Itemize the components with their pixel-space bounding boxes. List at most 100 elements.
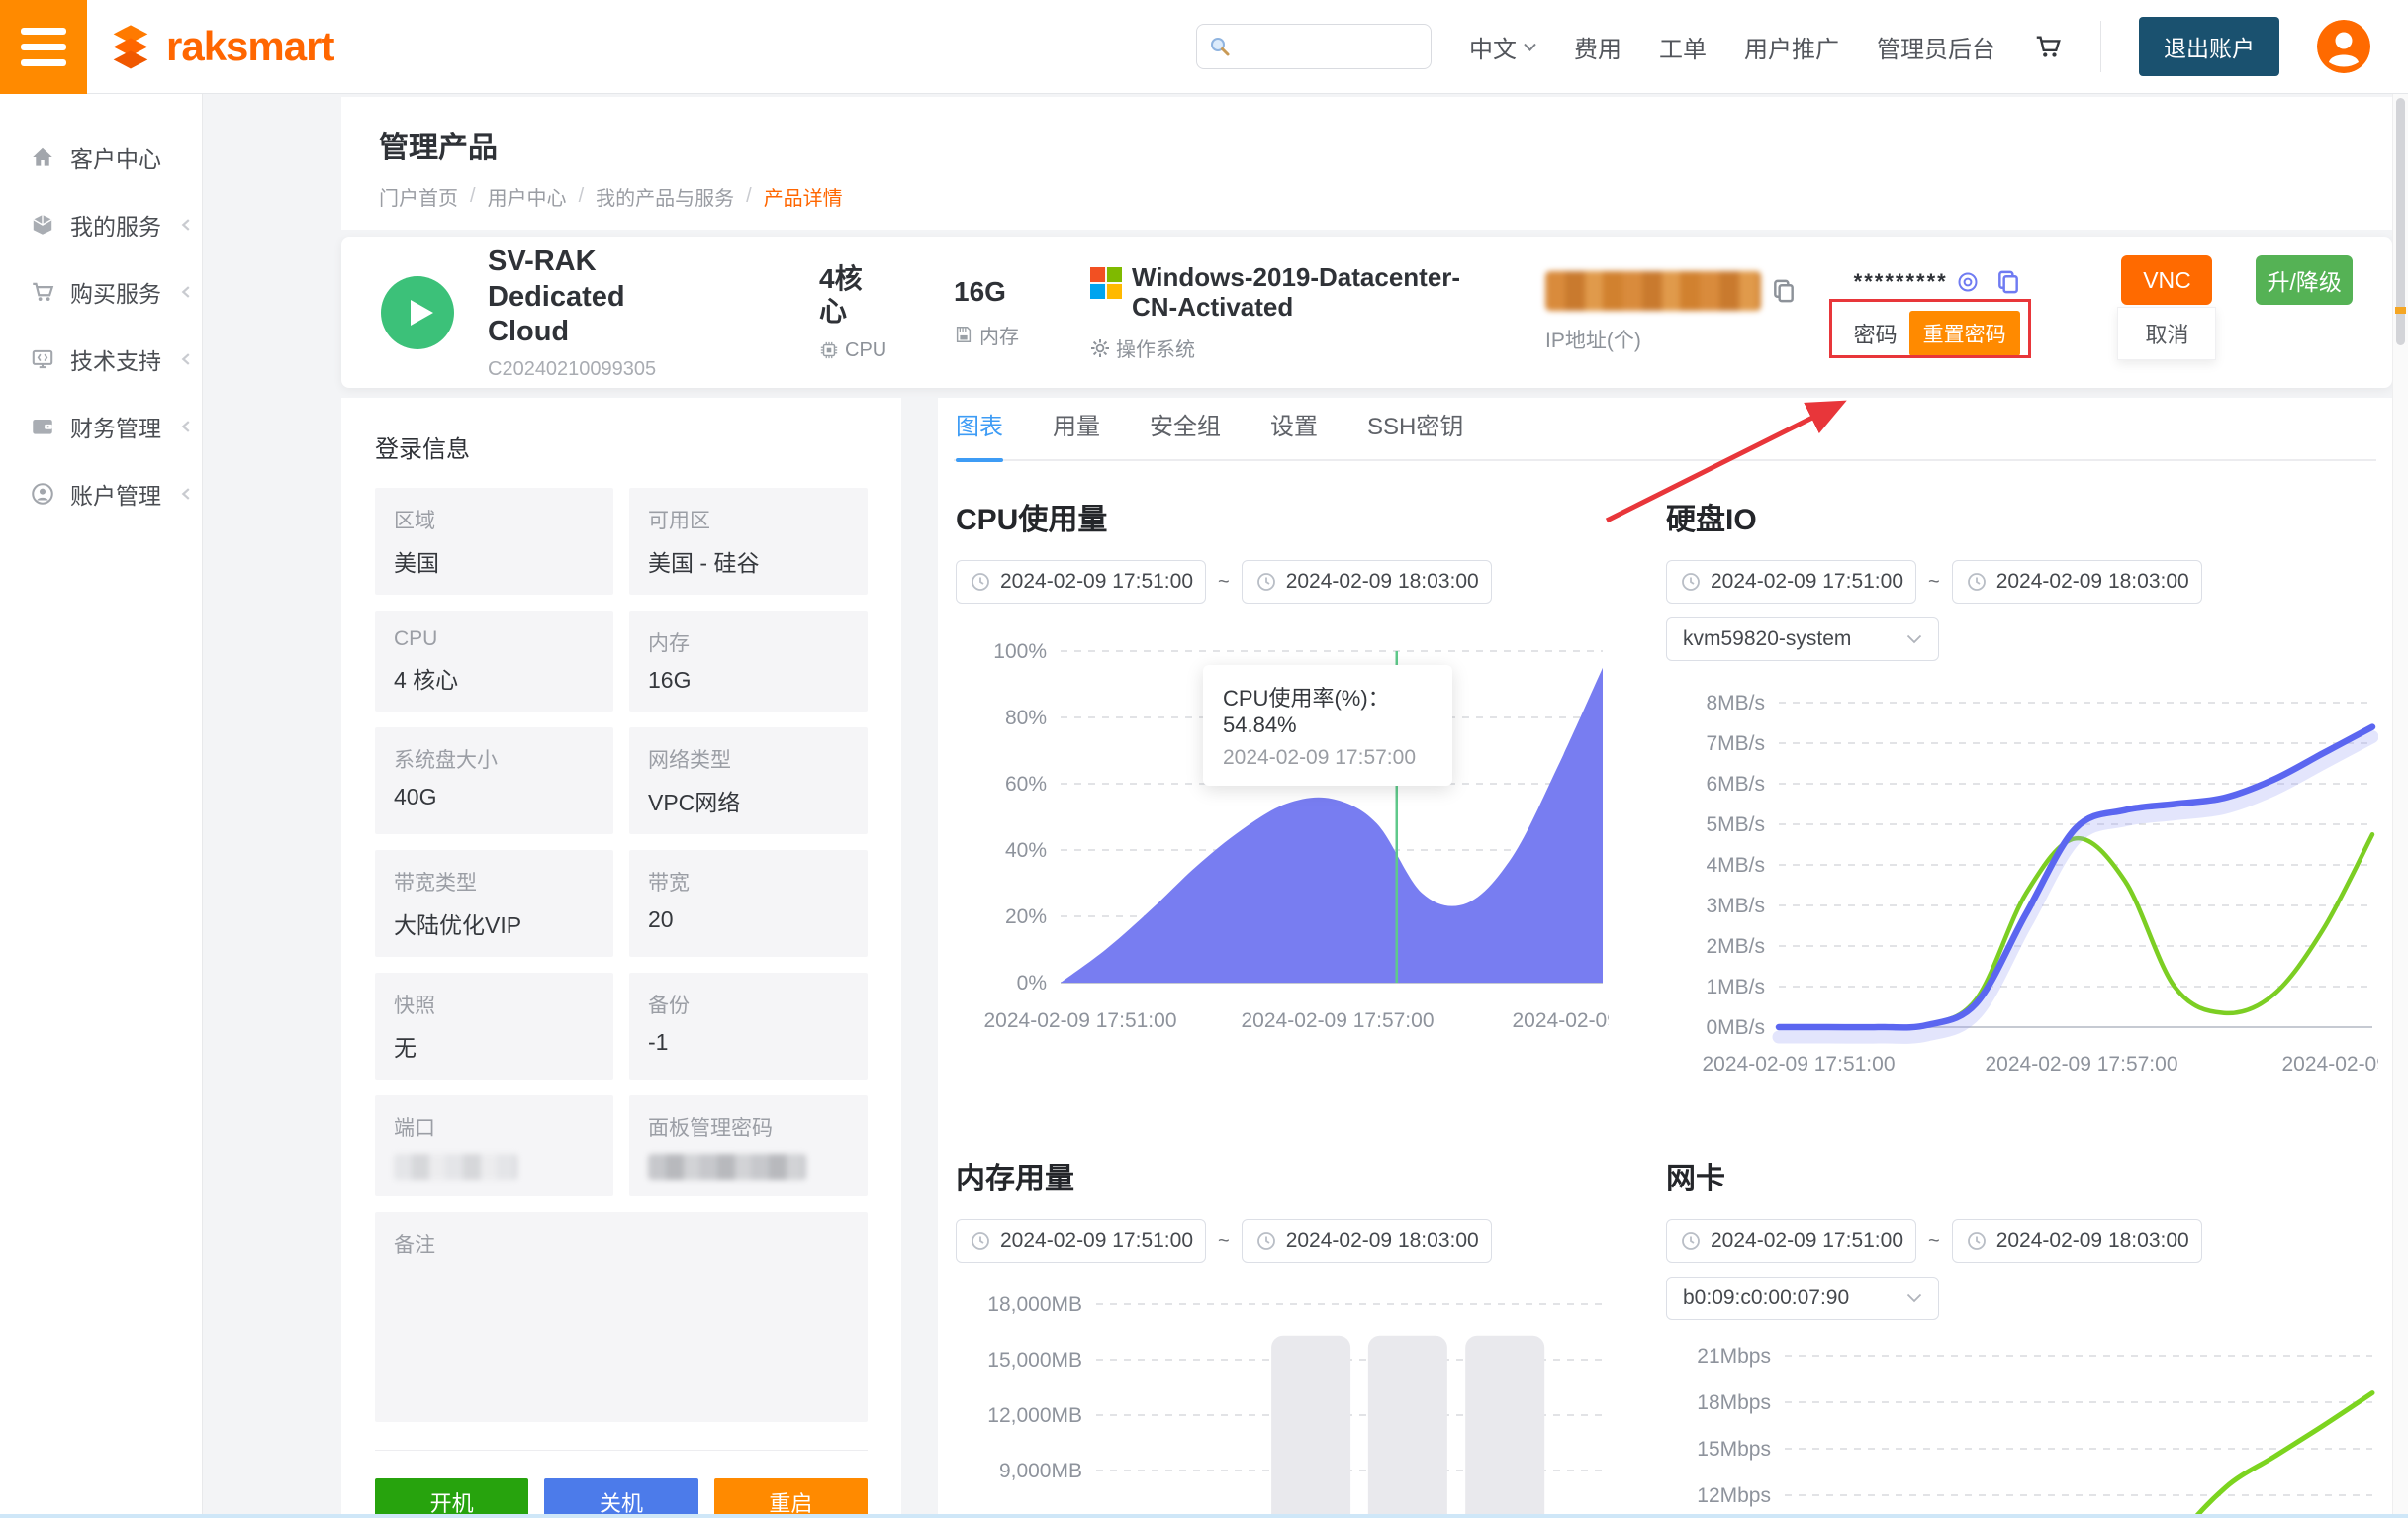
brand-logo[interactable]: raksmart — [105, 21, 333, 72]
clock-icon — [1681, 572, 1701, 592]
svg-text:6MB/s: 6MB/s — [1706, 773, 1765, 796]
search-box[interactable] — [1196, 24, 1432, 69]
user-icon — [30, 481, 55, 507]
product-name: SV-RAK Dedicated Cloud — [488, 244, 700, 349]
windows-logo-icon — [1090, 263, 1122, 323]
info-tile-8: 带宽20 — [629, 850, 868, 957]
info-tile-value: VPC网络 — [648, 784, 849, 817]
svg-text:4MB/s: 4MB/s — [1706, 854, 1765, 877]
action-button-1[interactable]: 开机 — [375, 1478, 528, 1518]
svg-text:2024-02-09 18:03:00: 2024-02-09 18:03:00 — [2282, 1053, 2379, 1076]
date-separator: ~ — [1218, 571, 1230, 594]
page-header-card: 管理产品 门户首页/用户中心/我的产品与服务/产品详情 — [341, 97, 2392, 230]
date-start-input-cpu[interactable]: 2024-02-09 17:51:00 — [956, 560, 1206, 604]
date-start-input-disk[interactable]: 2024-02-09 17:51:00 — [1666, 560, 1916, 604]
chart-section-disk: 硬盘IO2024-02-09 17:51:00~2024-02-09 18:03… — [1666, 495, 2378, 1094]
sidebar-item-3[interactable]: 购买服务 — [0, 270, 202, 314]
info-tile-label: 网络类型 — [648, 744, 849, 774]
sidebar-item-1[interactable]: 客户中心 — [0, 136, 202, 179]
select-nic[interactable]: b0:09:c0:00:07:90 — [1666, 1277, 1939, 1320]
select-value: kvm59820-system — [1683, 627, 1851, 651]
search-input[interactable] — [1239, 35, 1419, 58]
breadcrumb-item-1[interactable]: 门户首页 — [379, 182, 458, 211]
action-button-3[interactable]: 重启 — [714, 1478, 868, 1518]
ip-label: IP地址(个) — [1545, 325, 1801, 354]
svg-text:0%: 0% — [1017, 972, 1047, 995]
cart-icon[interactable] — [2033, 32, 2063, 61]
date-start-input-mem[interactable]: 2024-02-09 17:51:00 — [956, 1219, 1206, 1263]
info-tile-5: 系统盘大小40G — [375, 727, 613, 834]
chip-icon — [819, 340, 839, 360]
breadcrumb-item-3[interactable]: 我的产品与服务 — [596, 182, 734, 211]
cancel-menu-item[interactable]: 取消 — [2117, 307, 2216, 360]
chart-title-nic: 网卡 — [1666, 1154, 2378, 1197]
sidebar-item-label: 账户管理 — [70, 477, 161, 511]
header-divider — [2100, 21, 2101, 72]
avatar[interactable] — [2317, 20, 2370, 73]
menu-language[interactable]: 中文 — [1469, 30, 1536, 64]
password-mask: ********* — [1854, 269, 1948, 295]
tab-2[interactable]: 用量 — [1053, 398, 1100, 460]
svg-text:9,000MB: 9,000MB — [999, 1460, 1082, 1482]
tab-1[interactable]: 图表 — [956, 398, 1003, 460]
tab-5[interactable]: SSH密钥 — [1367, 398, 1463, 460]
date-end-input-mem[interactable]: 2024-02-09 18:03:00 — [1242, 1219, 1492, 1263]
svg-text:1MB/s: 1MB/s — [1706, 976, 1765, 998]
info-tile-label: 带宽类型 — [394, 867, 595, 897]
chart-svg-disk[interactable]: 8MB/s7MB/s6MB/s5MB/s4MB/s3MB/s2MB/s1MB/s… — [1666, 679, 2378, 1094]
breadcrumb-item-2[interactable]: 用户中心 — [488, 182, 567, 211]
panel-divider — [375, 1450, 868, 1451]
vnc-button[interactable]: VNC — [2121, 255, 2212, 305]
clock-icon — [1256, 572, 1276, 592]
bottom-edge-line — [0, 1514, 2408, 1518]
vertical-scrollbar[interactable] — [2392, 94, 2408, 1518]
date-end-input-nic[interactable]: 2024-02-09 18:03:00 — [1952, 1219, 2202, 1263]
sidebar-item-4[interactable]: 技术支持 — [0, 337, 202, 381]
logout-button[interactable]: 退出账户 — [2139, 17, 2279, 76]
svg-text:2024-02-09 17:51:00: 2024-02-09 17:51:00 — [984, 1009, 1177, 1032]
info-tile-value: 无 — [394, 1029, 595, 1063]
gear-icon — [1090, 338, 1110, 358]
info-tile-label: 带宽 — [648, 867, 849, 897]
menu-billing[interactable]: 费用 — [1574, 30, 1621, 64]
chevron-down-icon — [1906, 634, 1922, 644]
menu-referral[interactable]: 用户推广 — [1744, 30, 1839, 64]
product-ram-value: 16G — [954, 276, 1025, 308]
tab-3[interactable]: 安全组 — [1150, 398, 1221, 460]
info-tile-1: 区域美国 — [375, 488, 613, 595]
show-password-eye-icon[interactable] — [1956, 270, 1980, 294]
chart-svg-nic[interactable]: 21Mbps18Mbps15Mbps12Mbps — [1666, 1338, 2378, 1518]
tab-4[interactable]: 设置 — [1270, 398, 1318, 460]
clock-icon — [1681, 1231, 1701, 1251]
chart-section-nic: 网卡2024-02-09 17:51:00~2024-02-09 18:03:0… — [1666, 1154, 2378, 1518]
date-value: 2024-02-09 18:03:00 — [1996, 1229, 2189, 1253]
info-tile-label: 端口 — [394, 1112, 595, 1142]
copy-ip-icon[interactable] — [1771, 278, 1797, 304]
info-tile-label: 快照 — [394, 990, 595, 1019]
upgrade-downgrade-button[interactable]: 升/降级 — [2256, 255, 2353, 305]
select-disk[interactable]: kvm59820-system — [1666, 617, 1939, 661]
date-end-input-cpu[interactable]: 2024-02-09 18:03:00 — [1242, 560, 1492, 604]
chart-svg-mem[interactable]: 18,000MB15,000MB12,000MB9,000MB6,000MB — [956, 1281, 1609, 1518]
date-end-input-disk[interactable]: 2024-02-09 18:03:00 — [1952, 560, 2202, 604]
info-tile-value: 大陆优化VIP — [394, 906, 595, 940]
chart-section-mem: 内存用量2024-02-09 17:51:00~2024-02-09 18:03… — [956, 1154, 1609, 1518]
copy-password-icon[interactable] — [1995, 269, 2021, 295]
product-ram-label: 内存 — [979, 321, 1019, 349]
sidebar-item-2[interactable]: 我的服务 — [0, 203, 202, 246]
menu-admin[interactable]: 管理员后台 — [1877, 30, 1995, 64]
sidebar-item-label: 购买服务 — [70, 275, 161, 309]
sidebar-item-6[interactable]: 账户管理 — [0, 472, 202, 516]
scrollbar-find-marker — [2395, 307, 2406, 314]
hamburger-menu-button[interactable] — [0, 0, 87, 94]
chevron-left-icon — [180, 420, 191, 433]
date-value: 2024-02-09 17:51:00 — [1711, 1229, 1903, 1253]
action-button-2[interactable]: 关机 — [544, 1478, 697, 1518]
date-value: 2024-02-09 18:03:00 — [1286, 1229, 1479, 1253]
sidebar-item-5[interactable]: 财务管理 — [0, 405, 202, 448]
tooltip-value: CPU使用率(%)： 54.84% — [1223, 681, 1433, 738]
menu-tickets[interactable]: 工单 — [1659, 30, 1707, 64]
date-value: 2024-02-09 18:03:00 — [1996, 570, 2189, 594]
product-os-value: Windows-2019-Datacenter-CN-Activated — [1132, 263, 1486, 323]
date-start-input-nic[interactable]: 2024-02-09 17:51:00 — [1666, 1219, 1916, 1263]
